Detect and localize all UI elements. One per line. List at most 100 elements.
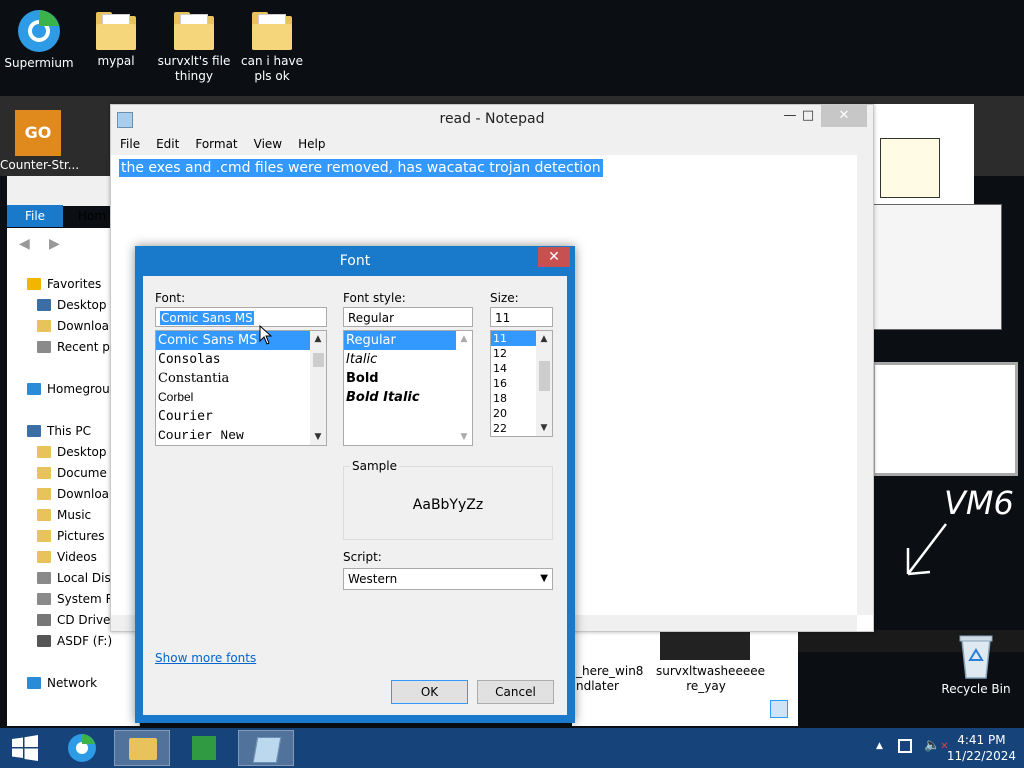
menu-file[interactable]: File	[111, 135, 147, 151]
nav-item[interactable]: Network	[27, 673, 97, 693]
list-item[interactable]: Consolas	[156, 350, 326, 369]
background-drawing-window	[868, 204, 1002, 330]
taskbar-supermium[interactable]	[54, 730, 110, 766]
list-item[interactable]: Courier New	[156, 426, 326, 445]
font-size-list[interactable]: 11 12 14 16 18 20 22 ▲ ▼	[490, 330, 553, 437]
tray-expand-icon[interactable]: ▲	[876, 741, 883, 751]
forward-arrow-icon[interactable]: ▶	[49, 236, 60, 252]
nav-item-label: Recent p	[57, 340, 110, 354]
nav-item[interactable]: Desktop	[37, 442, 107, 462]
selected-text[interactable]: the exes and .cmd files were removed, ha…	[119, 159, 603, 177]
menu-format[interactable]: Format	[186, 135, 244, 151]
list-item[interactable]: 12	[491, 346, 536, 361]
list-item[interactable]: Constantia	[156, 369, 326, 388]
list-item[interactable]: Regular	[344, 331, 472, 350]
scroll-down-icon[interactable]: ▼	[456, 429, 472, 445]
font-name-value: Comic Sans MS	[160, 311, 254, 325]
nav-item[interactable]: Downloa	[37, 484, 109, 504]
nav-item[interactable]: System R	[37, 589, 114, 609]
explorer-home-tab[interactable]: Hom	[78, 209, 106, 223]
nav-item[interactable]: Pictures	[37, 526, 105, 546]
list-item[interactable]: 14	[491, 361, 536, 376]
nav-item[interactable]: This PC	[27, 421, 91, 441]
font-style-list-scrollbar[interactable]: ▲ ▼	[456, 331, 472, 445]
list-item[interactable]: 20	[491, 406, 536, 421]
network-tray-icon[interactable]	[898, 739, 912, 753]
show-more-fonts-link[interactable]: Show more fonts	[155, 651, 256, 665]
list-item[interactable]: Comic Sans MS	[156, 331, 326, 350]
maximize-button[interactable]: □	[793, 105, 823, 127]
cancel-button[interactable]: Cancel	[477, 680, 554, 704]
list-item[interactable]: Courier	[156, 407, 326, 426]
font-style-input[interactable]: Regular	[343, 307, 473, 327]
nav-item[interactable]: CD Drive	[37, 610, 110, 630]
notepad-vertical-scrollbar[interactable]	[857, 155, 873, 615]
scroll-up-icon[interactable]: ▲	[456, 331, 472, 347]
scroll-thumb[interactable]	[313, 353, 324, 367]
list-item[interactable]: Italic	[344, 350, 472, 369]
script-select[interactable]: Western ▼	[343, 568, 553, 590]
close-button[interactable]: ✕	[821, 105, 867, 127]
menu-edit[interactable]: Edit	[147, 135, 186, 151]
scroll-up-icon[interactable]: ▲	[536, 331, 552, 347]
nav-item[interactable]: Local Dis	[37, 568, 111, 588]
nav-item-label: Network	[47, 676, 98, 690]
desktop-icon-label: survxlt's file thingy	[157, 54, 231, 83]
list-item[interactable]: 22	[491, 421, 536, 436]
list-item[interactable]: Corbel	[156, 388, 326, 407]
font-name-input[interactable]: Comic Sans MS	[155, 307, 327, 327]
font-list[interactable]: Comic Sans MS Consolas Constantia Corbel Cou…	[155, 330, 327, 446]
list-item[interactable]: Bold	[344, 369, 472, 388]
network-icon	[27, 677, 41, 689]
start-button[interactable]	[0, 730, 50, 766]
font-size-list-scrollbar[interactable]: ▲ ▼	[536, 331, 552, 436]
scroll-up-icon[interactable]: ▲	[310, 331, 326, 347]
taskbar-notepad[interactable]	[238, 730, 294, 766]
dialog-title: Font	[339, 253, 371, 269]
view-toggle-icon[interactable]	[770, 700, 788, 718]
notepad-titlebar[interactable]: read - Notepad — □ ✕	[111, 105, 873, 135]
font-size-input[interactable]: 11	[490, 307, 553, 327]
list-item[interactable]: 16	[491, 376, 536, 391]
nav-item[interactable]: Favorites	[27, 274, 101, 294]
menu-help[interactable]: Help	[289, 135, 332, 151]
background-screenshot-note	[880, 138, 940, 198]
recent-icon	[37, 341, 51, 353]
nav-item[interactable]: Recent p	[37, 337, 110, 357]
back-arrow-icon[interactable]: ◀	[19, 236, 30, 252]
volume-muted-icon[interactable]: 🔈✕	[924, 738, 949, 753]
list-item[interactable]: 18	[491, 391, 536, 406]
folder-icon	[37, 530, 51, 542]
nav-item[interactable]: Docume	[37, 463, 107, 483]
explorer-file-tab[interactable]: File	[7, 205, 63, 227]
size-label: Size:	[490, 291, 519, 305]
list-item[interactable]: Bold Italic	[344, 388, 472, 407]
desktop-icon-mypal[interactable]: mypal	[77, 8, 155, 69]
dialog-close-button[interactable]: ✕	[538, 247, 570, 267]
scroll-down-icon[interactable]: ▼	[536, 420, 552, 436]
sample-label: Sample	[350, 459, 399, 473]
taskbar-store[interactable]	[176, 730, 232, 766]
desktop-icon-survxlt-file-thingy[interactable]: survxlt's file thingy	[155, 8, 233, 84]
chevron-down-icon: ▼	[540, 573, 548, 584]
nav-item[interactable]: Videos	[37, 547, 97, 567]
scroll-down-icon[interactable]: ▼	[310, 429, 326, 445]
scroll-thumb[interactable]	[539, 361, 550, 391]
tray-clock[interactable]: 4:41 PM 11/22/2024	[947, 732, 1016, 764]
nav-item[interactable]: ASDF (F:)	[37, 631, 112, 651]
nav-item[interactable]: Music	[37, 505, 91, 525]
ok-button[interactable]: OK	[391, 680, 468, 704]
desktop-icon-can-i-have-pls-ok[interactable]: can i have pls ok	[233, 8, 311, 84]
desktop-icon-recycle-bin[interactable]: Recycle Bin	[936, 632, 1016, 697]
font-list-scrollbar[interactable]: ▲ ▼	[310, 331, 326, 445]
desktop-icon-supermium[interactable]: Supermium	[0, 8, 78, 71]
nav-item[interactable]: Homegrou	[27, 379, 110, 399]
notepad-menubar: File Edit Format View Help	[111, 135, 873, 155]
desktop-icon-counter-strike[interactable]: GO Counter-Str...	[0, 110, 79, 173]
nav-item[interactable]: Desktop	[37, 295, 107, 315]
menu-view[interactable]: View	[245, 135, 289, 151]
font-style-list[interactable]: Regular Italic Bold Bold Italic ▲ ▼	[343, 330, 473, 446]
nav-item[interactable]: Downloa	[37, 316, 109, 336]
taskbar-file-explorer[interactable]	[114, 730, 170, 766]
list-item[interactable]: 11	[491, 331, 536, 346]
